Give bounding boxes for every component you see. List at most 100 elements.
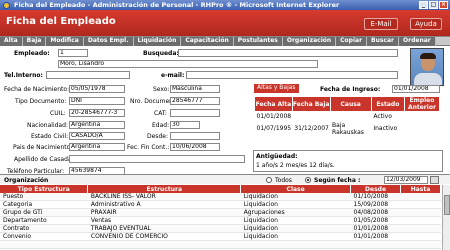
column-hasta: Hasta — [400, 185, 441, 193]
scrollbar-thumb[interactable] — [444, 195, 450, 215]
cell: 01/01/2008 — [350, 224, 401, 234]
menu-item-alta[interactable]: Alta — [0, 37, 23, 46]
cell: 01/07/1995 — [256, 125, 292, 132]
apellido-casada-field[interactable] — [69, 155, 245, 163]
menu-bar: Alta Baja Modifica Datos Empl. Liquidaci… — [0, 36, 450, 46]
menu-item-modifica[interactable]: Modifica — [46, 37, 84, 46]
cell — [240, 240, 351, 250]
nro-documento-field[interactable]: 28546777 — [170, 97, 220, 105]
calendar-icon[interactable] — [430, 176, 439, 184]
cell: Ventas — [87, 216, 241, 226]
desde-field[interactable] — [170, 132, 220, 140]
table-row[interactable]: Categoria Administrativo A Liquidacion 1… — [0, 200, 441, 210]
table-row[interactable]: Convenio CONVENIO DE COMERCIO Liquidacio… — [0, 232, 441, 242]
maximize-button[interactable]: □ — [429, 1, 438, 9]
menu-item-copiar[interactable]: Copiar — [336, 37, 368, 46]
pais-nacimiento-field[interactable]: Argentina — [69, 143, 125, 151]
table-row[interactable]: 01/07/1995 31/12/2007 Baja Rakauskas Ina… — [255, 122, 440, 136]
minimize-button[interactable]: _ — [419, 1, 428, 9]
cuil-label: CUIL: — [50, 110, 66, 117]
cell: CONVENIO DE COMERCIO — [87, 232, 241, 242]
estado-civil-field[interactable]: CASADO/A — [69, 132, 125, 140]
org-scrollbar[interactable] — [442, 185, 450, 250]
tel-interno-label: Tel.Interno: — [4, 72, 43, 79]
busqueda-field[interactable] — [178, 49, 398, 57]
cell: Baja Rakauskas — [332, 121, 364, 136]
close-button[interactable]: × — [439, 1, 448, 9]
fec-fin-cont-label: Fec. Fin Cont.: — [127, 144, 170, 151]
radio-segun-fecha[interactable] — [305, 177, 311, 183]
menu-item-datos-empl[interactable]: Datos Empl. — [83, 37, 134, 46]
radio-todos-label: Todos — [275, 177, 292, 184]
tipo-documento-label: Tipo Documento: — [15, 98, 67, 105]
cell: Contrato — [0, 224, 88, 234]
nacionalidad-field[interactable]: Argentina — [69, 121, 125, 129]
cell: Liquidacion — [240, 193, 351, 202]
cell — [400, 208, 441, 218]
tel-interno-field[interactable] — [46, 71, 130, 79]
radio-todos[interactable] — [266, 177, 272, 183]
tipo-documento-field[interactable]: DNI — [69, 97, 125, 105]
column-fecha-alta: Fecha Alta — [254, 96, 293, 112]
edad-field[interactable]: 30 — [170, 121, 200, 129]
menu-item-organizacion[interactable]: Organización — [282, 37, 337, 46]
column-fecha-baja: Fecha Baja — [291, 96, 331, 112]
tab-altas-bajas[interactable]: Altas y Bajas — [254, 84, 299, 93]
cell: Puesto — [0, 193, 88, 202]
apellido-casada-label: Apellido de Casada: — [14, 156, 74, 163]
menu-item-baja[interactable]: Baja — [22, 37, 47, 46]
menu-item-buscar[interactable]: Buscar — [367, 37, 400, 46]
employee-name-field: Moro, Lisandro — [58, 60, 318, 68]
table-row[interactable]: Departamento Ventas Liquidacion 01/05/20… — [0, 216, 441, 226]
sexo-label: Sexo: — [153, 86, 170, 93]
cell — [400, 216, 441, 226]
cell: 31/12/2007 — [294, 125, 329, 132]
fecha-nacimiento-field[interactable]: 05/05/1978 — [69, 85, 125, 93]
organizacion-table: Tipo Estructura Estructura Clase Desde H… — [0, 185, 441, 250]
cell: 04/08/2008 — [350, 208, 401, 218]
email-button[interactable]: E-Mail — [364, 18, 398, 30]
empleado-field[interactable]: 1 — [58, 49, 88, 57]
cell: 01/01/2008 — [350, 232, 401, 242]
email-field[interactable] — [186, 71, 398, 79]
window-title: Ficha del Empleado - Administración de P… — [14, 1, 340, 9]
column-desde: Desde — [350, 185, 402, 193]
edad-label: Edad: — [152, 122, 170, 129]
table-row[interactable]: Contrato TRABAJO EVENTUAL Liquidacion 01… — [0, 224, 441, 234]
cell — [330, 112, 371, 122]
table-row[interactable]: Grupo de GTi PRAXAIR Agrupaciones 04/08/… — [0, 208, 441, 218]
menu-item-ordenar[interactable]: Ordenar — [399, 37, 436, 46]
cell: Liquidacion — [240, 200, 351, 210]
menu-item-postulantes[interactable]: Postulantes — [233, 37, 283, 46]
cell — [400, 224, 441, 234]
help-button[interactable]: Ayuda — [410, 18, 442, 30]
cell: Liquidacion — [240, 232, 351, 242]
cell: Agrupaciones — [240, 208, 351, 218]
column-empleo-anterior: Empleo Anterior — [403, 96, 441, 112]
desde-label: Desde: — [147, 133, 168, 140]
fecha-ingreso-field: 01/01/2008 — [392, 85, 440, 93]
fecha-nacimiento-label: Fecha de Nacimiento: — [4, 86, 70, 93]
cat-field[interactable] — [170, 109, 220, 117]
cell — [400, 240, 441, 250]
table-row[interactable]: 01/01/2008 Activo — [255, 112, 440, 122]
cell: 01/10/2008 — [350, 193, 401, 202]
table-row[interactable] — [0, 240, 441, 250]
antiguedad-box: Antigüedad: 1 año/s 2 mes/es 12 día/s. — [253, 150, 443, 172]
cell: Administrativo A — [87, 200, 241, 210]
page-title: Ficha del Empleado — [6, 16, 116, 27]
busqueda-label: Busqueda: — [143, 50, 179, 57]
org-date-field[interactable]: 12/03/2009 — [384, 176, 428, 184]
table-row[interactable]: Puesto BACKLINE ISS- VALOR Liquidacion 0… — [0, 193, 441, 202]
cuil-field[interactable]: 20-28546777-3 — [69, 109, 125, 117]
cell — [400, 200, 441, 210]
cell — [0, 240, 88, 250]
column-clase: Clase — [240, 185, 352, 193]
cell — [400, 193, 441, 202]
cell — [350, 240, 401, 250]
menu-item-capacitacion[interactable]: Capacitación — [181, 37, 234, 46]
sexo-field[interactable]: Masculina — [170, 85, 220, 93]
fec-fin-cont-field[interactable]: 10/06/2008 — [170, 143, 220, 151]
menu-item-liquidacion[interactable]: Liquidación — [133, 37, 182, 46]
ie-icon — [3, 2, 10, 9]
